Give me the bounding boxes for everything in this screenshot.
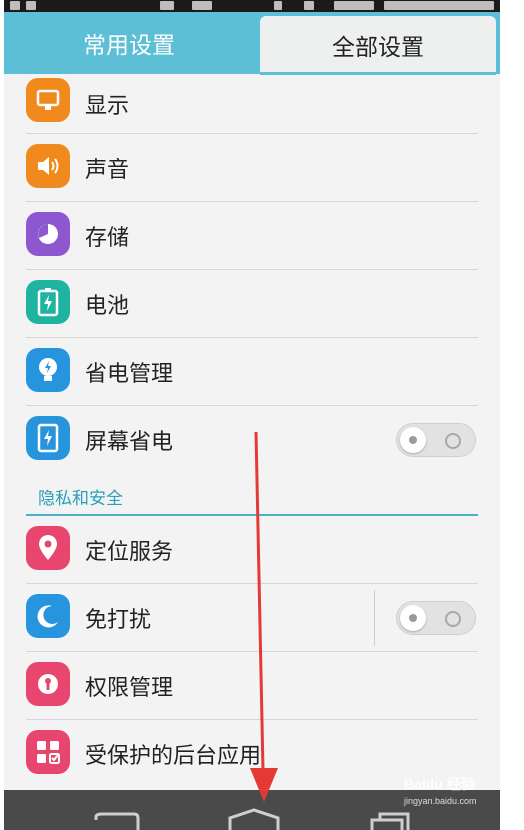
settings-row-label: 免打扰 [85,608,152,633]
watermark-logo-text: Baidu 经验 [404,776,475,792]
location-pin-icon [26,526,70,570]
settings-row-label: 权限管理 [85,676,174,701]
right-margin [500,0,524,830]
settings-row-battery[interactable]: 电池 [4,270,500,338]
protected-apps-icon [26,730,70,774]
screen-power-icon [26,416,70,460]
keyhole-icon [26,662,70,706]
settings-row-storage[interactable]: 存储 [4,202,500,270]
settings-row-sound[interactable]: 声音 [4,134,500,202]
settings-row-label: 存储 [85,226,130,251]
toggle-knob [400,427,426,453]
back-icon[interactable] [94,812,140,830]
settings-row-permissions[interactable]: 权限管理 [4,652,500,720]
watermark-url: jingyan.baidu.com [404,796,477,806]
battery-icon [26,280,70,324]
section-title: 隐私和安全 [38,489,123,509]
speaker-icon [26,144,70,188]
settings-tab-bar: 常用设置 全部设置 [4,12,500,74]
settings-row-screen-saving[interactable]: 屏幕省电 [4,406,500,474]
settings-row-label: 电池 [85,294,130,319]
do-not-disturb-toggle[interactable] [396,601,476,635]
tab-all-settings[interactable]: 全部设置 [260,16,496,74]
vertical-separator [374,590,375,646]
status-bar [4,0,500,12]
screen-saving-toggle[interactable] [396,423,476,457]
settings-list: 显示 声音 存储 电池 省电管理 屏幕省电 隐私和安全 定位服务 免打扰 权限管… [4,74,500,788]
toggle-knob [400,605,426,631]
lightbulb-icon [26,348,70,392]
recent-apps-icon[interactable] [370,812,410,830]
settings-row-label: 受保护的后台应用 [85,744,262,769]
toggle-off-marker [445,433,461,449]
display-icon [26,78,70,122]
settings-row-label: 显示 [85,94,130,119]
settings-row-label: 省电管理 [85,362,174,387]
settings-row-label: 屏幕省电 [85,430,174,455]
settings-row-location[interactable]: 定位服务 [4,516,500,584]
storage-pie-icon [26,212,70,256]
baidu-watermark: Baidu 经验 jingyan.baidu.com [404,774,500,818]
settings-screen: 常用设置 全部设置 显示 声音 存储 电池 省电管理 屏幕省电 隐私和安全 定位… [4,0,500,830]
toggle-off-marker [445,611,461,627]
tab-common-settings[interactable]: 常用设置 [4,12,254,74]
home-icon[interactable] [228,808,280,830]
settings-row-label: 定位服务 [85,540,174,565]
settings-row-label: 声音 [85,158,130,183]
moon-icon [26,594,70,638]
section-header-privacy: 隐私和安全 [4,474,500,516]
settings-row-do-not-disturb[interactable]: 免打扰 [4,584,500,652]
settings-row-display[interactable]: 显示 [4,74,500,134]
settings-row-power-saving[interactable]: 省电管理 [4,338,500,406]
